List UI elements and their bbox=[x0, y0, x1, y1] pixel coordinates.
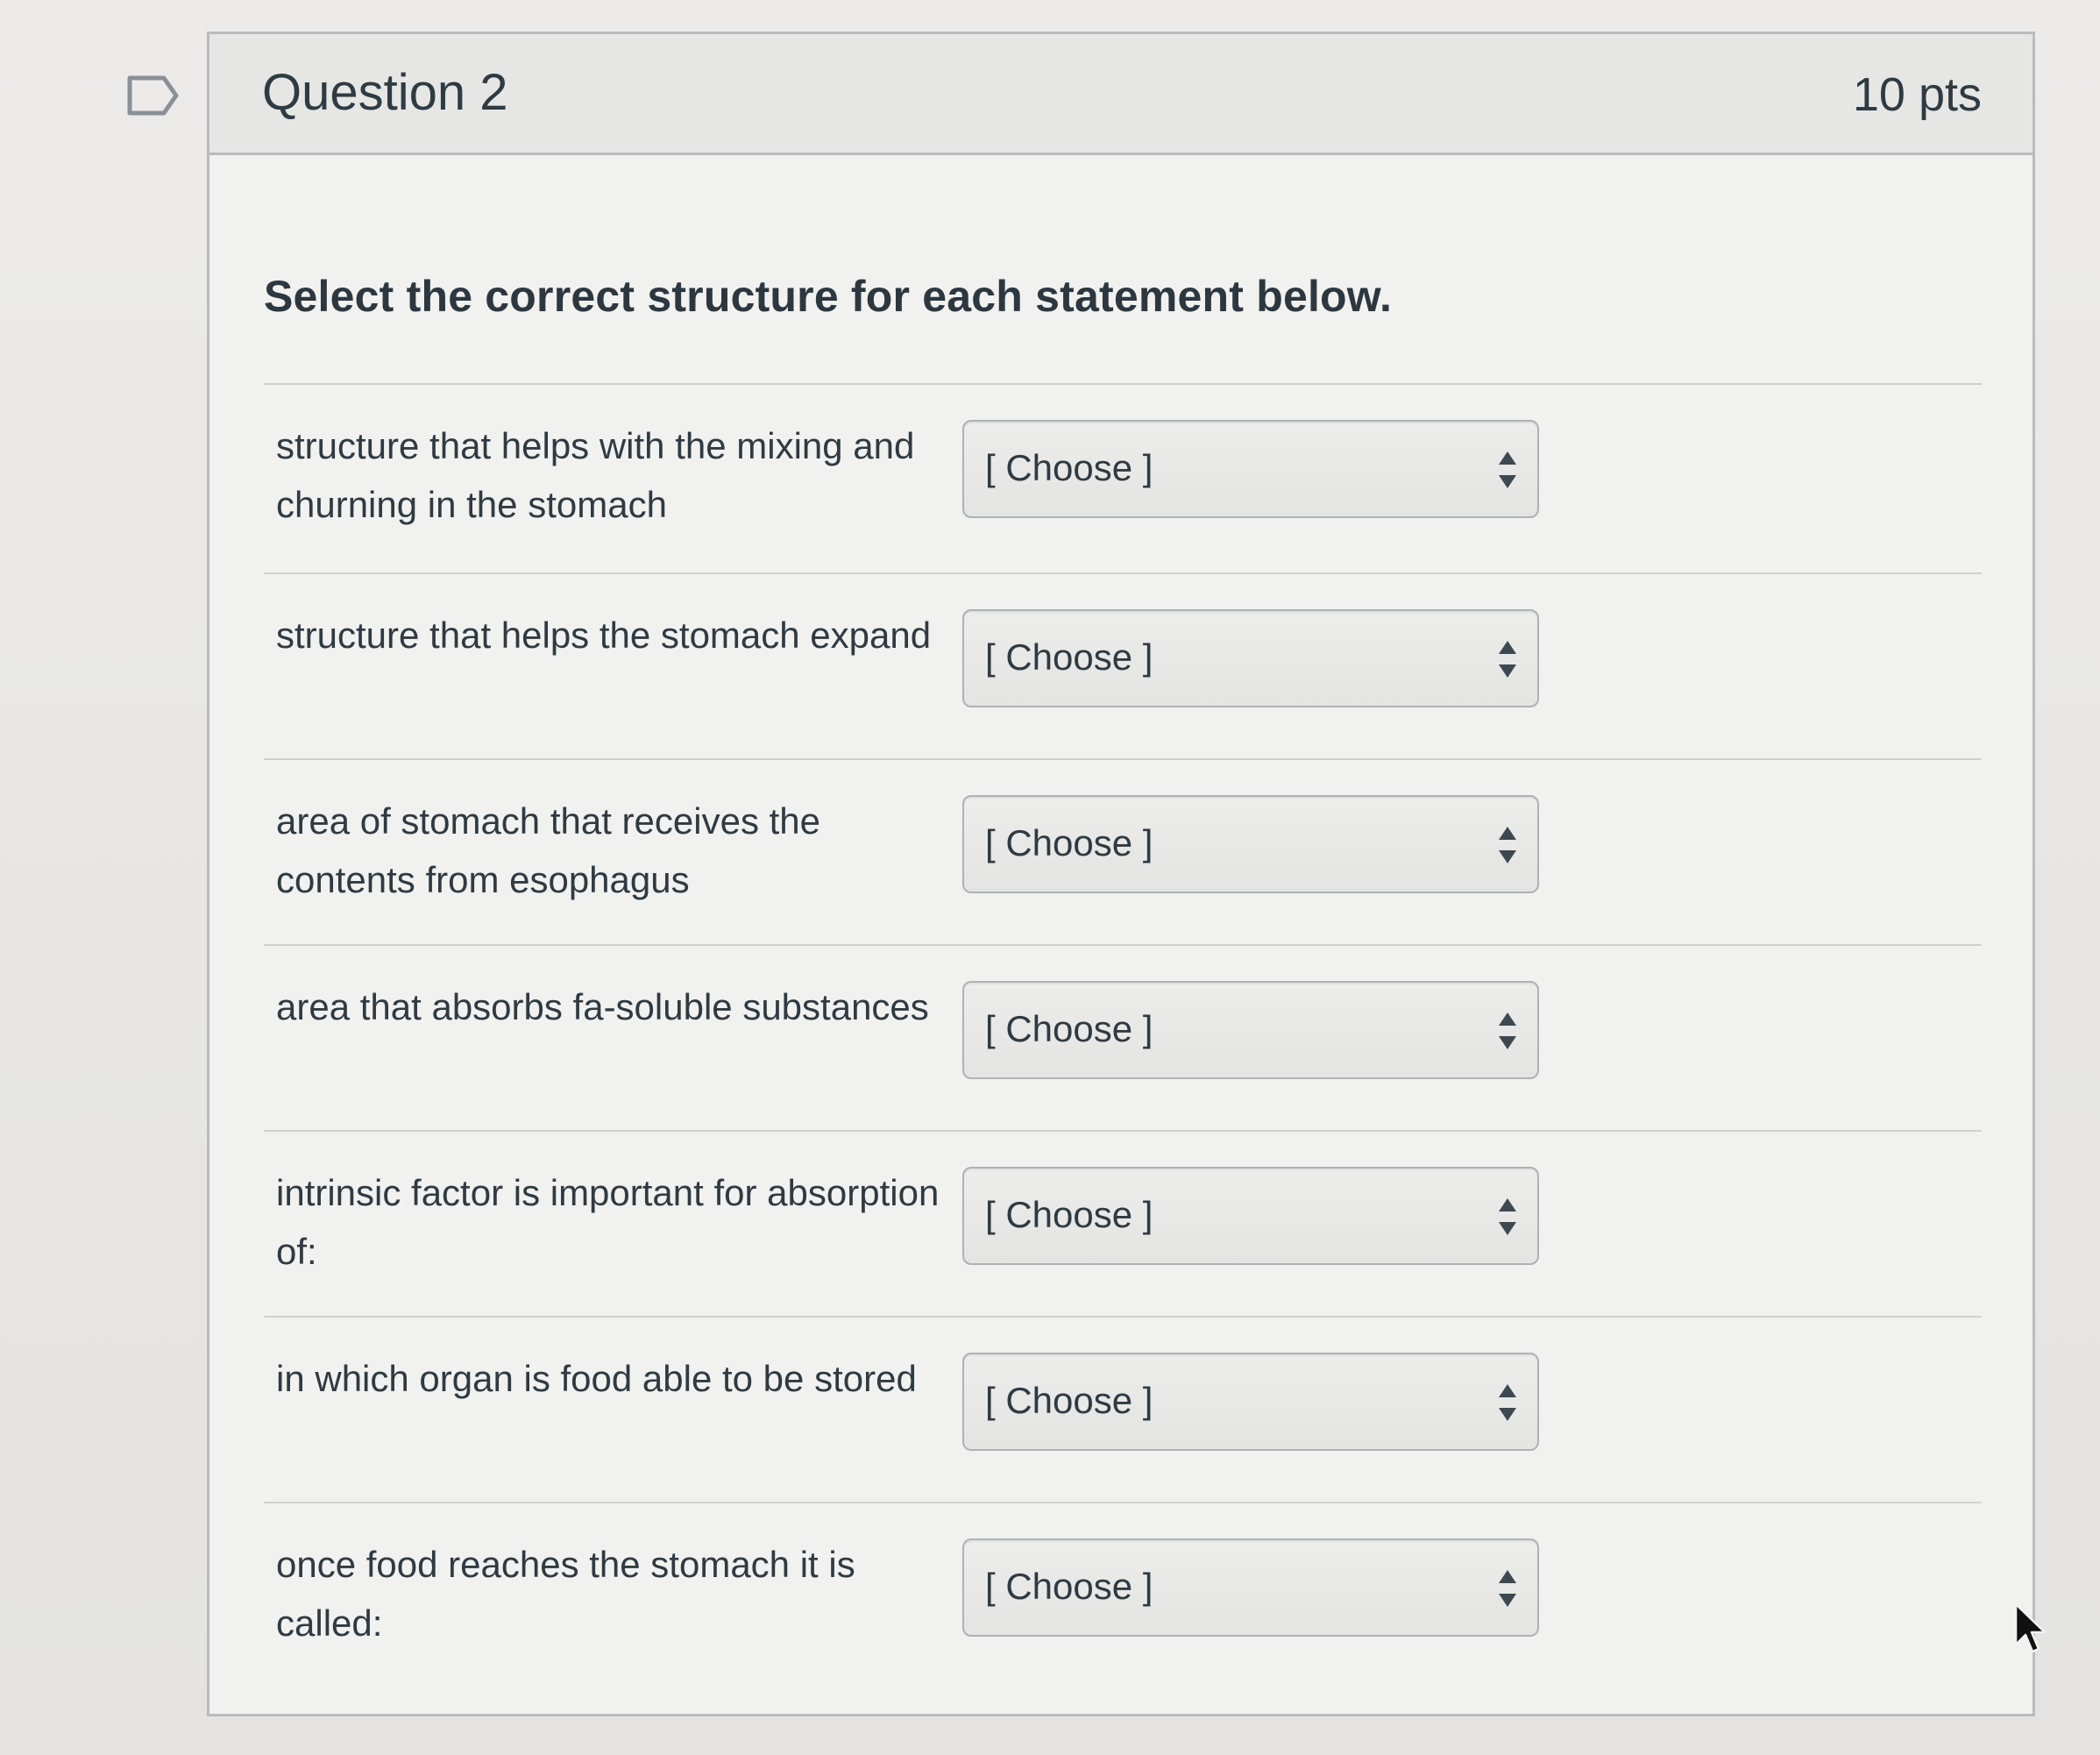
choose-select[interactable]: [ Choose ] bbox=[962, 1353, 1539, 1451]
question-title: Question 2 bbox=[262, 64, 508, 121]
statement-text: once food reaches the stomach it is call… bbox=[276, 1544, 855, 1644]
choose-select[interactable]: [ Choose ] bbox=[962, 609, 1539, 707]
sort-arrows-icon bbox=[1497, 827, 1518, 863]
question-prompt: Select the correct structure for each st… bbox=[264, 272, 1393, 321]
choose-select[interactable]: [ Choose ] bbox=[962, 981, 1539, 1079]
answer-row: once food reaches the stomach it is call… bbox=[264, 1502, 1982, 1684]
sort-arrows-icon bbox=[1497, 1384, 1518, 1421]
select-value: [ Choose ] bbox=[985, 1008, 1153, 1049]
sort-arrows-icon bbox=[1497, 451, 1518, 488]
select-value: [ Choose ] bbox=[985, 1194, 1153, 1235]
answer-row: area that absorbs fa-soluble substances … bbox=[264, 944, 1982, 1126]
sort-arrows-icon bbox=[1497, 641, 1518, 678]
question-header: Question 2 10 pts bbox=[209, 34, 2033, 155]
choose-select[interactable]: [ Choose ] bbox=[962, 1538, 1539, 1637]
question-card: Question 2 10 pts Select the correct str… bbox=[207, 32, 2035, 1716]
flag-icon[interactable] bbox=[126, 74, 181, 117]
sort-arrows-icon bbox=[1497, 1198, 1518, 1235]
statement-text: area of stomach that receives the conten… bbox=[276, 800, 820, 900]
select-value: [ Choose ] bbox=[985, 1380, 1153, 1421]
statement-text: area that absorbs fa-soluble substances bbox=[276, 986, 929, 1027]
statement-text: intrinsic factor is important for absorp… bbox=[276, 1172, 940, 1272]
select-value: [ Choose ] bbox=[985, 636, 1153, 678]
sort-arrows-icon bbox=[1497, 1012, 1518, 1049]
answer-row: intrinsic factor is important for absorp… bbox=[264, 1130, 1982, 1312]
select-value: [ Choose ] bbox=[985, 447, 1153, 488]
statement-text: structure that helps with the mixing and… bbox=[276, 425, 915, 525]
answer-row: structure that helps the stomach expand … bbox=[264, 572, 1982, 755]
select-value: [ Choose ] bbox=[985, 822, 1153, 863]
statement-text: structure that helps the stomach expand bbox=[276, 615, 932, 656]
sort-arrows-icon bbox=[1497, 1570, 1518, 1607]
answer-row: structure that helps with the mixing and… bbox=[264, 383, 1982, 565]
answer-row: area of stomach that receives the conten… bbox=[264, 758, 1982, 941]
choose-select[interactable]: [ Choose ] bbox=[962, 420, 1539, 518]
question-points: 10 pts bbox=[1852, 68, 1982, 121]
choose-select[interactable]: [ Choose ] bbox=[962, 1167, 1539, 1265]
answer-row: in which organ is food able to be stored… bbox=[264, 1316, 1982, 1498]
statement-text: in which organ is food able to be stored bbox=[276, 1358, 917, 1399]
cursor-icon bbox=[2014, 1602, 2047, 1653]
choose-select[interactable]: [ Choose ] bbox=[962, 795, 1539, 893]
question-body: Select the correct structure for each st… bbox=[209, 155, 2033, 1714]
quiz-page: Question 2 10 pts Select the correct str… bbox=[0, 0, 2100, 1755]
select-value: [ Choose ] bbox=[985, 1566, 1153, 1607]
